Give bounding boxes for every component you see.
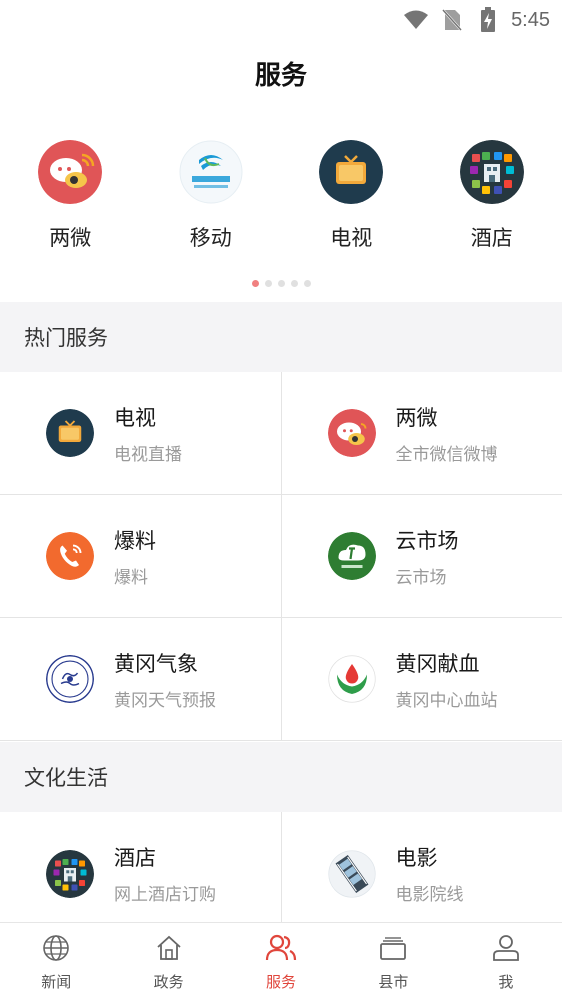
weather-icon	[46, 655, 94, 703]
grid-row: 黄冈气象 黄冈天气预报 黄冈献血 黄冈中心血站	[0, 618, 562, 741]
nav-item-news[interactable]: 新闻	[0, 923, 112, 1000]
service-item-liangwei[interactable]: 两微 全市微信微博	[280, 372, 562, 494]
service-title: 云市场	[395, 528, 459, 553]
person-icon	[489, 931, 523, 965]
carousel-page-indicator	[0, 280, 562, 287]
cloud-market-icon	[327, 532, 376, 580]
film-icon	[327, 849, 376, 898]
service-subtitle: 云市场	[395, 567, 447, 588]
nav-label: 县市	[378, 973, 409, 991]
culture-life-grid: 酒店 网上酒店订购 电影 电影院线	[0, 812, 562, 935]
page-title: 服务	[254, 60, 307, 91]
carousel-label: 两微	[49, 226, 92, 250]
hotel-icon	[459, 140, 524, 204]
home-icon	[152, 931, 186, 965]
carousel-item-mobile[interactable]: 移动	[141, 120, 281, 252]
hot-services-grid: 电视 电视直播 两微 全市微信微博 爆料 爆料 云市场 云市场 黄冈气象 黄冈天…	[0, 372, 562, 741]
service-carousel[interactable]: 两微 移动 电视 酒店	[0, 120, 562, 300]
service-title: 黄冈献血	[395, 651, 480, 676]
service-subtitle: 网上酒店订购	[114, 885, 216, 905]
tv-icon	[46, 409, 94, 457]
nav-label: 新闻	[41, 973, 72, 991]
service-title: 两微	[395, 405, 438, 430]
section-header-culture-life: 文化生活	[0, 742, 562, 812]
nav-item-services[interactable]: 服务	[225, 923, 337, 1000]
phone-icon	[46, 532, 94, 580]
carousel-label: 酒店	[470, 226, 513, 250]
nav-item-me[interactable]: 我	[450, 923, 562, 1000]
folders-icon	[376, 931, 410, 965]
service-title: 黄冈气象	[114, 651, 198, 676]
service-item-cloud-market[interactable]: 云市场 云市场	[280, 495, 562, 617]
nav-label: 政务	[153, 973, 184, 991]
service-item-film[interactable]: 电影 电影院线	[280, 812, 562, 935]
carousel-label: 电视	[330, 226, 373, 250]
battery-charging-icon	[475, 7, 501, 33]
service-title: 电视	[114, 405, 156, 430]
service-subtitle: 电视直播	[114, 444, 182, 465]
service-item-blood-donation[interactable]: 黄冈献血 黄冈中心血站	[280, 618, 562, 740]
service-title: 电影	[395, 846, 438, 870]
status-time: 5:45	[511, 8, 550, 31]
page-dot	[290, 280, 298, 287]
nav-item-government[interactable]: 政务	[112, 923, 224, 1000]
nav-label: 服务	[266, 973, 297, 991]
service-item-weather[interactable]: 黄冈气象 黄冈天气预报	[0, 618, 281, 740]
status-bar: 5:45	[0, 0, 562, 40]
service-item-tv[interactable]: 电视 电视直播	[0, 372, 281, 494]
weibo-wechat-icon	[38, 140, 103, 204]
grid-row: 酒店 网上酒店订购 电影 电影院线	[0, 812, 562, 935]
service-subtitle: 黄冈天气预报	[114, 690, 216, 711]
grid-row: 电视 电视直播 两微 全市微信微博	[0, 372, 562, 495]
no-sim-icon	[439, 7, 465, 33]
china-mobile-icon	[179, 140, 243, 204]
page-dot	[277, 280, 285, 287]
service-title: 酒店	[114, 846, 156, 870]
service-item-hotel[interactable]: 酒店 网上酒店订购	[0, 812, 281, 935]
carousel-label: 移动	[189, 226, 232, 250]
hotel-icon	[46, 849, 94, 898]
page-header: 服务	[0, 40, 562, 106]
tv-icon	[319, 140, 384, 204]
grid-row: 爆料 爆料 云市场 云市场	[0, 495, 562, 618]
carousel-item-liangwei[interactable]: 两微	[0, 120, 140, 252]
service-subtitle: 电影院线	[395, 885, 464, 905]
wifi-icon	[403, 7, 429, 33]
page-dot	[303, 280, 311, 287]
nav-item-counties[interactable]: 县市	[337, 923, 449, 1000]
service-subtitle: 全市微信微博	[395, 444, 498, 465]
bottom-navigation: 新闻 政务 服务 县市 我	[0, 922, 562, 1000]
section-header-hot-services: 热门服务	[0, 302, 562, 372]
carousel-item-hotel[interactable]: 酒店	[422, 120, 562, 252]
weibo-wechat-icon	[327, 409, 376, 457]
globe-icon	[39, 931, 73, 965]
page-dot	[251, 280, 259, 287]
carousel-item-tv[interactable]: 电视	[281, 120, 421, 252]
page-dot	[264, 280, 272, 287]
blood-donation-icon	[327, 655, 376, 703]
service-subtitle: 爆料	[114, 567, 148, 588]
service-subtitle: 黄冈中心血站	[395, 690, 498, 711]
nav-label: 我	[498, 973, 514, 991]
people-icon	[264, 931, 298, 965]
service-item-baoliao[interactable]: 爆料 爆料	[0, 495, 281, 617]
service-title: 爆料	[114, 528, 156, 553]
